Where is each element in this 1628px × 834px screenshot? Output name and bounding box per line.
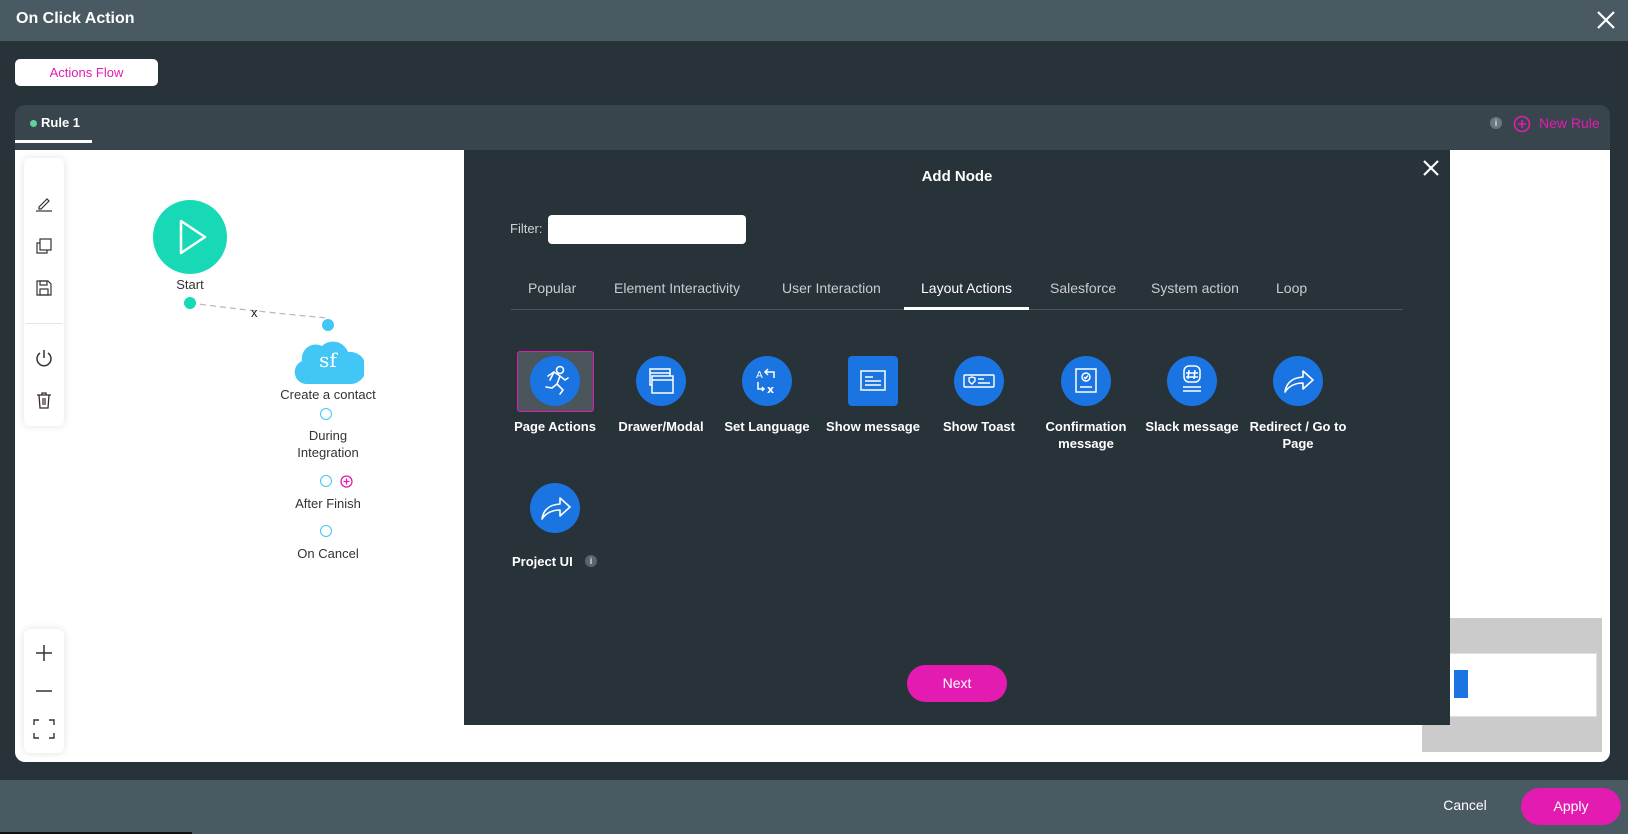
start-label: Start — [176, 277, 204, 292]
redirect-arrow-icon — [1273, 356, 1323, 406]
cancel-button[interactable]: Cancel — [1430, 797, 1500, 819]
salesforce-logo-text: sf — [319, 348, 337, 372]
tab-element-interactivity[interactable]: Element Interactivity — [614, 272, 740, 310]
add-circle-icon[interactable] — [1513, 115, 1531, 133]
filter-label: Filter: — [510, 221, 543, 236]
flow-connectors — [189, 302, 329, 319]
svg-text:x: x — [767, 383, 774, 396]
output-label-on-cancel: On Cancel — [297, 546, 359, 561]
translate-icon: A x — [742, 356, 792, 406]
tab-layout-actions[interactable]: Layout Actions — [904, 272, 1030, 310]
zoom-in-icon[interactable] — [34, 643, 54, 663]
confirmation-icon — [1061, 356, 1111, 406]
title-bar — [0, 0, 1628, 41]
play-icon — [179, 219, 207, 255]
item-label: Slack message — [1145, 419, 1239, 434]
add-node-icon[interactable] — [340, 475, 353, 488]
item-label: Show Toast — [943, 419, 1015, 434]
start-node[interactable] — [153, 200, 227, 274]
message-box-icon — [848, 356, 898, 406]
minimap-node — [1454, 670, 1468, 698]
output-port-after-finish[interactable] — [320, 475, 332, 487]
tab-user-interaction[interactable]: User Interaction — [782, 272, 881, 310]
rule-status-dot — [30, 120, 37, 127]
zoom-out-icon[interactable] — [34, 681, 54, 701]
output-label-during-line1: During — [308, 428, 348, 443]
info-icon[interactable]: i — [1490, 117, 1502, 129]
item-label: Redirect / Go to Page — [1249, 419, 1347, 451]
fit-screen-icon[interactable] — [32, 717, 56, 741]
item-label: Show message — [826, 419, 920, 434]
output-label-during-line2: Integration — [297, 445, 359, 460]
dialog-title: Add Node — [921, 168, 993, 185]
node-input-port[interactable] — [322, 319, 334, 331]
item-label: Project UI — [512, 554, 573, 569]
remove-connection-button[interactable]: x — [251, 305, 258, 320]
close-icon[interactable] — [1421, 158, 1441, 178]
slack-icon — [1167, 356, 1217, 406]
rule-tab-label: Rule 1 — [41, 115, 81, 130]
filter-input[interactable] — [548, 215, 746, 244]
item-label: Set Language — [724, 419, 810, 434]
rule-tabs-bar — [15, 105, 1610, 151]
close-icon[interactable] — [1594, 8, 1618, 32]
output-port-during[interactable] — [320, 408, 332, 420]
tab-loop[interactable]: Loop — [1276, 272, 1307, 310]
info-icon[interactable]: i — [585, 555, 597, 567]
item-label: Page Actions — [514, 419, 596, 434]
footer-bar — [0, 780, 1628, 834]
zoom-toolbar — [24, 629, 64, 753]
item-label: Confirmation message — [1045, 419, 1127, 451]
actions-flow-button[interactable]: Actions Flow — [15, 59, 158, 86]
running-person-icon — [530, 356, 580, 406]
new-rule-button[interactable]: New Rule — [1539, 115, 1600, 131]
svg-text:A: A — [756, 370, 763, 381]
windows-icon — [636, 356, 686, 406]
output-port-on-cancel[interactable] — [320, 525, 332, 537]
item-label: Drawer/Modal — [618, 419, 704, 434]
category-tabs: Popular Element Interactivity User Inter… — [511, 272, 1403, 310]
next-button[interactable]: Next — [907, 665, 1007, 702]
start-output-port[interactable] — [184, 297, 196, 309]
redirect-arrow-icon — [530, 483, 580, 533]
tab-popular[interactable]: Popular — [528, 272, 576, 310]
tab-system-action[interactable]: System action — [1151, 272, 1239, 310]
node-label: Create a contact — [280, 387, 376, 402]
window-title: On Click Action — [16, 10, 135, 27]
apply-button[interactable]: Apply — [1521, 788, 1621, 825]
toast-icon — [954, 356, 1004, 406]
output-label-after-finish: After Finish — [295, 496, 361, 511]
connector-line — [189, 302, 329, 319]
tab-salesforce[interactable]: Salesforce — [1050, 272, 1116, 310]
